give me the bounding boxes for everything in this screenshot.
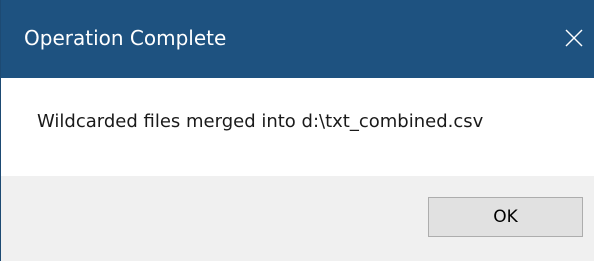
message-text: Wildcarded files merged into d:\txt_comb… — [37, 111, 484, 132]
ok-button[interactable]: OK — [428, 197, 583, 237]
message-dialog: Operation Complete Wildcarded files merg… — [0, 0, 594, 261]
close-button[interactable] — [545, 0, 594, 78]
dialog-title: Operation Complete — [24, 26, 227, 50]
button-bar: OK — [1, 176, 594, 261]
title-bar[interactable]: Operation Complete — [1, 0, 594, 78]
close-icon — [565, 29, 583, 47]
